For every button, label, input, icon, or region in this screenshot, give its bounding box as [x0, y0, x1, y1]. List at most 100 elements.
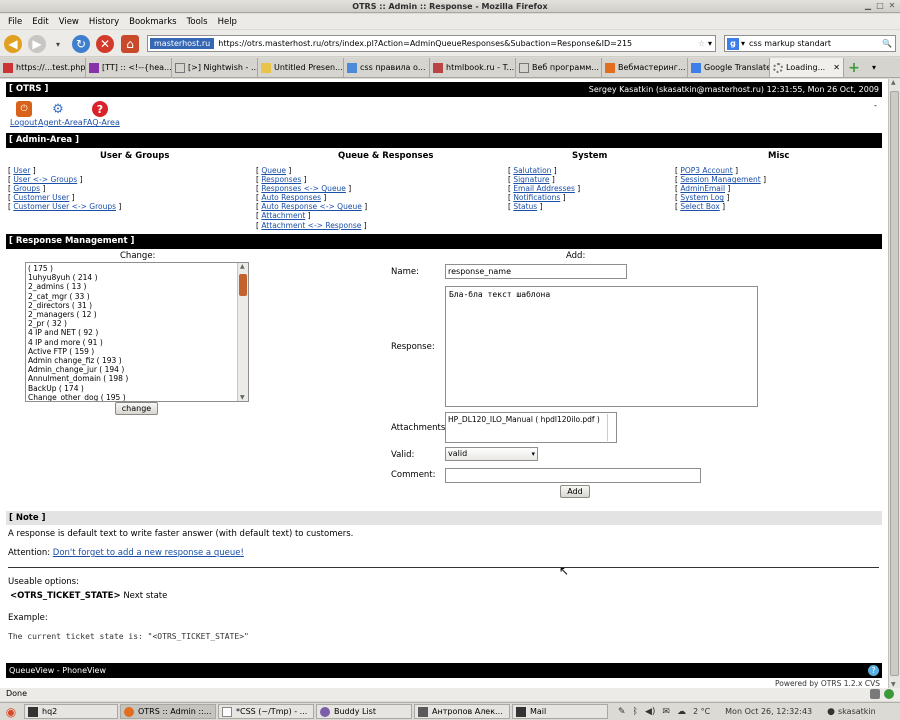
response-listbox[interactable]: ( 175 ) 1uhyu8yuh ( 214 ) 2_admins ( 13 …	[25, 262, 249, 402]
listbox-scrollbar[interactable]: ▲ ▼	[237, 263, 248, 401]
bookmark-star-icon[interactable]: ☆	[698, 39, 705, 48]
tab-list-icon[interactable]: ▾	[864, 58, 884, 77]
logout-link[interactable]: Logout	[10, 118, 37, 127]
response-textarea[interactable]: Бла-бла текст шаблона	[445, 286, 758, 407]
link-email-addresses[interactable]: Email Addresses	[513, 184, 575, 193]
response-option[interactable]: 4 IP and NET ( 92 )	[28, 328, 128, 337]
google-icon[interactable]: g	[727, 37, 739, 50]
link-responses-queue[interactable]: Responses <-> Queue	[261, 184, 346, 193]
task-firefox[interactable]: OTRS :: Admin ::...	[120, 704, 216, 719]
response-option[interactable]: Active FTP ( 159 )	[28, 347, 128, 356]
link-pop3-account[interactable]: POP3 Account	[680, 166, 732, 175]
add-button[interactable]: Add	[560, 485, 590, 498]
valid-select[interactable]: valid ▾	[445, 447, 538, 461]
tab-9[interactable]: Google Translate	[688, 58, 770, 77]
reload-icon[interactable]: ↻	[72, 35, 90, 53]
link-customer-user[interactable]: Customer User	[13, 193, 69, 202]
link-attachment[interactable]: Attachment	[261, 211, 305, 220]
response-option[interactable]: 2_admins ( 13 )	[28, 282, 128, 291]
addon-icon[interactable]	[870, 689, 880, 699]
menu-edit[interactable]: Edit	[27, 17, 53, 27]
link-signature[interactable]: Signature	[513, 175, 549, 184]
response-option[interactable]: 4 IP and more ( 91 )	[28, 338, 128, 347]
link-admin-email[interactable]: AdminEmail	[680, 184, 725, 193]
site-identity[interactable]: masterhost.ru	[150, 38, 215, 49]
tab-1[interactable]: https://...test.php	[0, 58, 86, 77]
task-buddy-list[interactable]: Buddy List	[316, 704, 412, 719]
tab-3[interactable]: [>] Nightwish - ...	[172, 58, 258, 77]
attention-link[interactable]: Don't forget to add a new response a que…	[53, 548, 244, 558]
listbox-scroll-thumb[interactable]	[239, 274, 247, 296]
stop-icon[interactable]: ✕	[96, 35, 114, 53]
maximize-icon[interactable]: □	[874, 1, 886, 11]
task-mail[interactable]: Mail	[512, 704, 608, 719]
back-icon[interactable]: ◀	[4, 35, 22, 53]
url-dropdown-icon[interactable]: ▾	[708, 39, 712, 48]
faq-area-icon[interactable]: ?	[92, 101, 108, 117]
tab-4[interactable]: Untitled Presen...	[258, 58, 344, 77]
scroll-down-icon[interactable]: ▼	[240, 394, 245, 401]
tab-7[interactable]: Веб программ...	[516, 58, 602, 77]
agent-area-icon[interactable]: ⚙	[50, 101, 66, 117]
response-option[interactable]: Annulment_domain ( 198 )	[28, 374, 128, 383]
task-editor[interactable]: *CSS (~/Tmp) - ...	[218, 704, 314, 719]
minimize-icon[interactable]: ▁	[862, 1, 874, 11]
page-scrollbar[interactable]: ▲ ▼	[888, 79, 900, 688]
link-session-management[interactable]: Session Management	[680, 175, 760, 184]
close-icon[interactable]: ✕	[886, 1, 898, 11]
search-text[interactable]: css markup standart	[749, 39, 882, 48]
logout-icon[interactable]: ⏻	[16, 101, 32, 117]
link-auto-response-queue[interactable]: Auto Response <-> Queue	[261, 202, 362, 211]
menu-file[interactable]: File	[3, 17, 27, 27]
clock[interactable]: Mon Oct 26, 12:32:43	[725, 707, 812, 716]
faq-area-link[interactable]: FAQ-Area	[83, 118, 120, 127]
response-option[interactable]: 2_cat_mgr ( 33 )	[28, 292, 128, 301]
weather-icon[interactable]: ☁	[677, 707, 686, 717]
attachments-scrollbar[interactable]	[607, 414, 615, 441]
response-option[interactable]: 2_pr ( 32 )	[28, 319, 128, 328]
link-select-box[interactable]: Select Box	[680, 202, 719, 211]
session-user[interactable]: skasatkin	[838, 707, 876, 716]
help-icon[interactable]: ?	[868, 665, 879, 676]
tab-8[interactable]: Вебмастеринг...	[602, 58, 688, 77]
response-option[interactable]: Change_other_dog ( 195 )	[28, 393, 128, 401]
page-scroll-down-icon[interactable]: ▼	[891, 681, 896, 688]
tab-5[interactable]: css правила о...	[344, 58, 430, 77]
page-scroll-up-icon[interactable]: ▲	[891, 79, 896, 86]
tab-2[interactable]: [TT] :: <!--{hea...	[86, 58, 172, 77]
page-scroll-thumb[interactable]	[890, 91, 899, 676]
menu-tools[interactable]: Tools	[182, 17, 213, 27]
search-engine-dropdown-icon[interactable]: ▾	[741, 39, 745, 48]
task-chat[interactable]: Антропов Алек...	[414, 704, 510, 719]
task-hq2[interactable]: hq2	[24, 704, 118, 719]
link-customer-user-groups[interactable]: Customer User <-> Groups	[13, 202, 116, 211]
link-system-log[interactable]: System Log	[680, 193, 724, 202]
response-option[interactable]: Admin change_fiz ( 193 )	[28, 356, 128, 365]
url-bar[interactable]: masterhost.ru https://otrs.masterhost.ru…	[147, 35, 716, 52]
response-option[interactable]: 2_directors ( 31 )	[28, 301, 128, 310]
response-option[interactable]: Admin_change_jur ( 194 )	[28, 365, 128, 374]
attachment-option[interactable]: HP_DL120_ILO_Manual ( hpdl120ilo.pdf )	[448, 415, 600, 424]
bluetooth-icon[interactable]: ᛒ	[633, 707, 638, 717]
change-button[interactable]: change	[115, 402, 158, 415]
link-attachment-response[interactable]: Attachment <-> Response	[261, 221, 361, 230]
home-icon[interactable]: ⌂	[121, 35, 139, 53]
new-tab-icon[interactable]: +	[844, 58, 864, 77]
response-option[interactable]: BackUp ( 174 )	[28, 384, 128, 393]
response-option[interactable]: 1uhyu8yuh ( 214 )	[28, 273, 128, 282]
temperature[interactable]: 2 °C	[693, 707, 710, 716]
link-user[interactable]: User	[13, 166, 30, 175]
attachments-select[interactable]: HP_DL120_ILO_Manual ( hpdl120ilo.pdf )	[445, 412, 617, 443]
search-bar[interactable]: g ▾ css markup standart 🔍	[724, 35, 896, 52]
magnifier-icon[interactable]: 🔍	[882, 39, 892, 48]
link-user-groups[interactable]: User <-> Groups	[13, 175, 77, 184]
link-notifications[interactable]: Notifications	[513, 193, 560, 202]
agent-area-link[interactable]: Agent-Area	[38, 118, 83, 127]
response-option[interactable]: ( 175 )	[28, 264, 128, 273]
response-option[interactable]: 2_managers ( 12 )	[28, 310, 128, 319]
close-tab-icon[interactable]: ✕	[833, 63, 840, 72]
user-icon[interactable]: ●	[827, 707, 835, 717]
volume-icon[interactable]: ◀)	[645, 707, 655, 717]
comment-input[interactable]	[445, 468, 701, 483]
network-icon[interactable]: ✎	[618, 707, 626, 717]
